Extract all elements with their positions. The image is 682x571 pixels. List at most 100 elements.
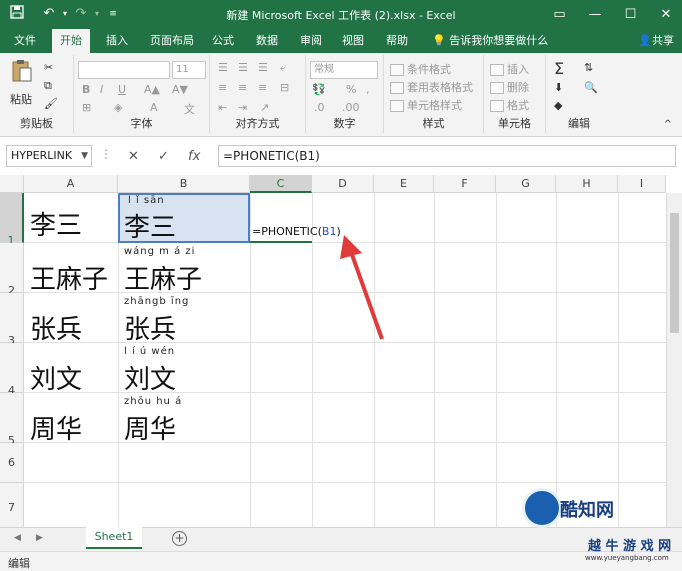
cell-a1[interactable]: 李三 bbox=[30, 205, 82, 242]
name-box[interactable]: HYPERLINK ▼ bbox=[6, 145, 92, 167]
fill-color-icon[interactable]: ◈ bbox=[114, 101, 122, 114]
number-format-combo[interactable]: 常规 bbox=[310, 61, 378, 79]
bold-button[interactable]: B bbox=[82, 83, 90, 96]
insert-cells-button[interactable]: 插入 bbox=[490, 61, 529, 77]
name-box-dropdown-icon[interactable]: ▼ bbox=[81, 146, 88, 166]
align-left-icon[interactable]: ≡ bbox=[218, 81, 227, 94]
column-header-h[interactable]: H bbox=[556, 175, 618, 193]
restore-ribbon-icon[interactable]: ▭ bbox=[544, 0, 576, 29]
column-header-e[interactable]: E bbox=[374, 175, 434, 193]
fill-icon[interactable]: ⬇ bbox=[554, 81, 563, 94]
row-header-5[interactable]: 5 bbox=[0, 393, 24, 447]
copy-icon[interactable]: ⧉ bbox=[44, 79, 52, 93]
sort-filter-icon[interactable]: ⇅ bbox=[584, 61, 593, 74]
tab-formulas[interactable]: 公式 bbox=[212, 29, 234, 53]
align-right-icon[interactable]: ≡ bbox=[258, 81, 267, 94]
column-header-g[interactable]: G bbox=[496, 175, 556, 193]
prev-sheet-icon[interactable]: ◀ bbox=[14, 533, 21, 543]
border-icon[interactable]: ⊞ bbox=[82, 101, 91, 114]
cell-b3[interactable]: 张兵 bbox=[124, 309, 176, 346]
watermark-brand: 酷知网 bbox=[560, 500, 614, 521]
tab-page-layout[interactable]: 页面布局 bbox=[150, 29, 194, 53]
formula-input[interactable]: =PHONETIC(B1) bbox=[218, 145, 676, 167]
orientation-icon[interactable]: ↗ bbox=[260, 101, 269, 114]
column-header-d[interactable]: D bbox=[312, 175, 374, 193]
cell-b1[interactable]: 李三 bbox=[124, 207, 176, 244]
find-icon[interactable]: 🔍 bbox=[584, 81, 598, 94]
row-header-7[interactable]: 7 bbox=[0, 483, 24, 527]
cell-a3[interactable]: 张兵 bbox=[30, 309, 82, 346]
tab-help[interactable]: 帮助 bbox=[386, 29, 408, 53]
minimize-icon[interactable]: — bbox=[579, 0, 611, 29]
increase-indent-icon[interactable]: ⇥ bbox=[238, 101, 247, 114]
tab-file[interactable]: 文件 bbox=[14, 29, 36, 53]
delete-cells-button[interactable]: 删除 bbox=[490, 79, 529, 95]
decrease-decimal-icon[interactable]: .00 bbox=[342, 101, 360, 114]
add-sheet-icon[interactable]: + bbox=[172, 531, 187, 546]
next-sheet-icon[interactable]: ▶ bbox=[36, 533, 43, 543]
decrease-indent-icon[interactable]: ⇤ bbox=[218, 101, 227, 114]
cell-a5[interactable]: 周华 bbox=[30, 409, 82, 446]
cell-styles-button[interactable]: 单元格样式 bbox=[390, 97, 462, 113]
font-shrink-icon[interactable]: A▼ bbox=[172, 83, 188, 96]
row-header-1[interactable]: 1 bbox=[0, 193, 24, 247]
cell-b2[interactable]: 王麻子 bbox=[124, 259, 202, 296]
comma-icon[interactable]: , bbox=[366, 83, 370, 96]
close-icon[interactable]: ✕ bbox=[650, 0, 682, 29]
select-all-corner[interactable] bbox=[0, 175, 24, 193]
font-color-icon[interactable]: A bbox=[150, 101, 158, 114]
align-top-icon[interactable]: ☰ bbox=[218, 61, 228, 74]
tab-insert[interactable]: 插入 bbox=[106, 29, 128, 53]
cell-a4[interactable]: 刘文 bbox=[30, 359, 82, 396]
underline-button[interactable]: U bbox=[118, 83, 126, 96]
format-cells-button[interactable]: 格式 bbox=[490, 97, 529, 113]
row-header-4[interactable]: 4 bbox=[0, 343, 24, 397]
tab-data[interactable]: 数据 bbox=[256, 29, 278, 53]
insert-function-icon[interactable]: fx bbox=[188, 149, 200, 164]
conditional-format-button[interactable]: 条件格式 bbox=[390, 61, 451, 77]
cell-a2[interactable]: 王麻子 bbox=[30, 259, 108, 296]
share-button[interactable]: 👤共享 bbox=[638, 29, 674, 53]
format-painter-icon[interactable]: 🖌 bbox=[44, 97, 58, 110]
clear-icon[interactable]: ◆ bbox=[554, 99, 562, 112]
column-header-f[interactable]: F bbox=[434, 175, 496, 193]
align-bottom-icon[interactable]: ☰ bbox=[258, 61, 268, 74]
collapse-ribbon-icon[interactable]: ^ bbox=[664, 119, 672, 130]
vertical-scrollbar[interactable] bbox=[666, 193, 682, 527]
merge-icon[interactable]: ⊟ bbox=[280, 81, 289, 94]
paste-button[interactable] bbox=[8, 59, 36, 89]
currency-icon[interactable]: 💱 bbox=[312, 83, 326, 96]
font-name-combo[interactable] bbox=[78, 61, 170, 79]
enter-icon[interactable]: ✓ bbox=[158, 149, 169, 164]
cell-b4[interactable]: 刘文 bbox=[124, 359, 176, 396]
tab-view[interactable]: 视图 bbox=[342, 29, 364, 53]
format-as-table-button[interactable]: 套用表格格式 bbox=[390, 79, 473, 95]
italic-button[interactable]: I bbox=[100, 83, 103, 96]
font-grow-icon[interactable]: A▲ bbox=[144, 83, 160, 96]
align-middle-icon[interactable]: ☰ bbox=[238, 61, 248, 74]
maximize-icon[interactable]: ☐ bbox=[615, 0, 647, 29]
column-header-b[interactable]: B bbox=[118, 175, 250, 193]
percent-button[interactable]: % bbox=[346, 83, 356, 96]
scroll-thumb[interactable] bbox=[670, 213, 679, 333]
column-header-i[interactable]: I bbox=[618, 175, 666, 193]
cancel-icon[interactable]: ✕ bbox=[128, 149, 139, 164]
tell-me-box[interactable]: 💡 告诉我你想要做什么 bbox=[432, 29, 548, 53]
align-center-icon[interactable]: ≡ bbox=[238, 81, 247, 94]
row-header-2[interactable]: 2 bbox=[0, 243, 24, 297]
autosum-icon[interactable]: Σ bbox=[554, 59, 564, 78]
cell-c1[interactable]: =PHONETIC(B1) bbox=[252, 225, 341, 238]
sheet-tab-sheet1[interactable]: Sheet1 bbox=[86, 527, 142, 549]
tab-home[interactable]: 开始 bbox=[52, 29, 90, 53]
cut-icon[interactable]: ✂ bbox=[44, 61, 53, 74]
row-header-6[interactable]: 6 bbox=[0, 443, 24, 483]
worksheet-grid[interactable]: A B C D E F G H I 1 2 3 4 5 6 7 李三 王麻子 张… bbox=[0, 175, 682, 527]
column-header-a[interactable]: A bbox=[24, 175, 118, 193]
wrap-text-icon[interactable]: ⤶ bbox=[280, 61, 286, 75]
tab-review[interactable]: 审阅 bbox=[300, 29, 322, 53]
column-header-c[interactable]: C bbox=[250, 175, 312, 193]
font-size-combo[interactable]: 11 bbox=[172, 61, 206, 79]
cell-b5[interactable]: 周华 bbox=[124, 409, 176, 446]
increase-decimal-icon[interactable]: .0 bbox=[314, 101, 325, 114]
row-header-3[interactable]: 3 bbox=[0, 293, 24, 347]
